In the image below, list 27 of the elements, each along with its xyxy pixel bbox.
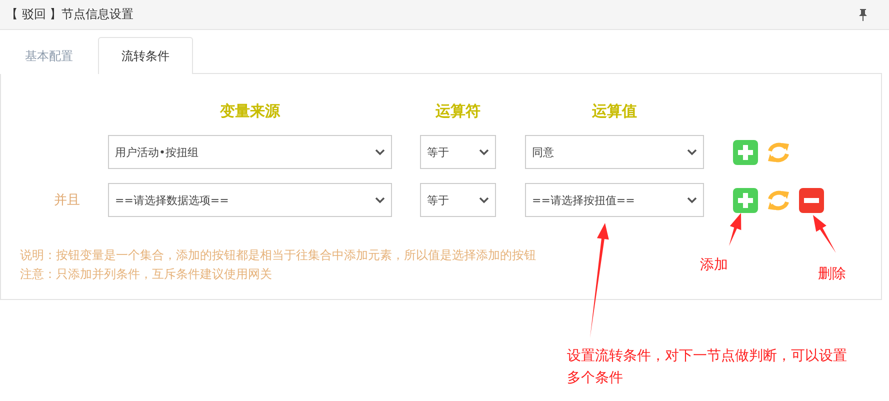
dropdown[interactable]: 等于 [420, 183, 496, 217]
chevron-icon [375, 196, 385, 204]
note-text: 说明：按钮变量是一个集合，添加的按钮都是相当于往集合中添加元素，所以值是选择添加的按钮 [20, 247, 536, 264]
remove-icon[interactable] [799, 188, 824, 212]
conjunction-label: 并且 [54, 192, 80, 209]
pin-icon[interactable] [859, 8, 867, 20]
note-text: 注意：只添加并列条件，互斥条件建议使用网关 [20, 266, 272, 283]
tab[interactable]: 流转条件 [98, 37, 193, 74]
column-header: 运算值 [592, 102, 637, 121]
window-title: 【 驳回 】节点信息设置 [6, 6, 134, 23]
add-icon[interactable] [733, 140, 758, 164]
chevron-icon [687, 148, 697, 156]
dropdown[interactable]: 同意 [525, 135, 704, 169]
add-icon[interactable] [733, 188, 758, 212]
chevron-icon [479, 196, 489, 204]
annotation-text: 删除 [818, 265, 846, 284]
dropdown[interactable]: ==请选择按扭值== [525, 183, 704, 217]
dropdown[interactable]: ==请选择数据选项== [108, 183, 392, 217]
dropdown[interactable]: 用户活动•按扭组 [108, 135, 392, 169]
annotation-text: 设置流转条件，对下一节点做判断，可以设置多个条件 [567, 347, 848, 388]
annotation-text: 添加 [700, 256, 728, 275]
chevron-icon [375, 148, 385, 156]
column-header: 变量来源 [220, 102, 280, 121]
column-header: 运算符 [436, 102, 480, 121]
chevron-icon [687, 196, 697, 204]
chevron-icon [479, 148, 489, 156]
dropdown[interactable]: 等于 [420, 135, 496, 169]
